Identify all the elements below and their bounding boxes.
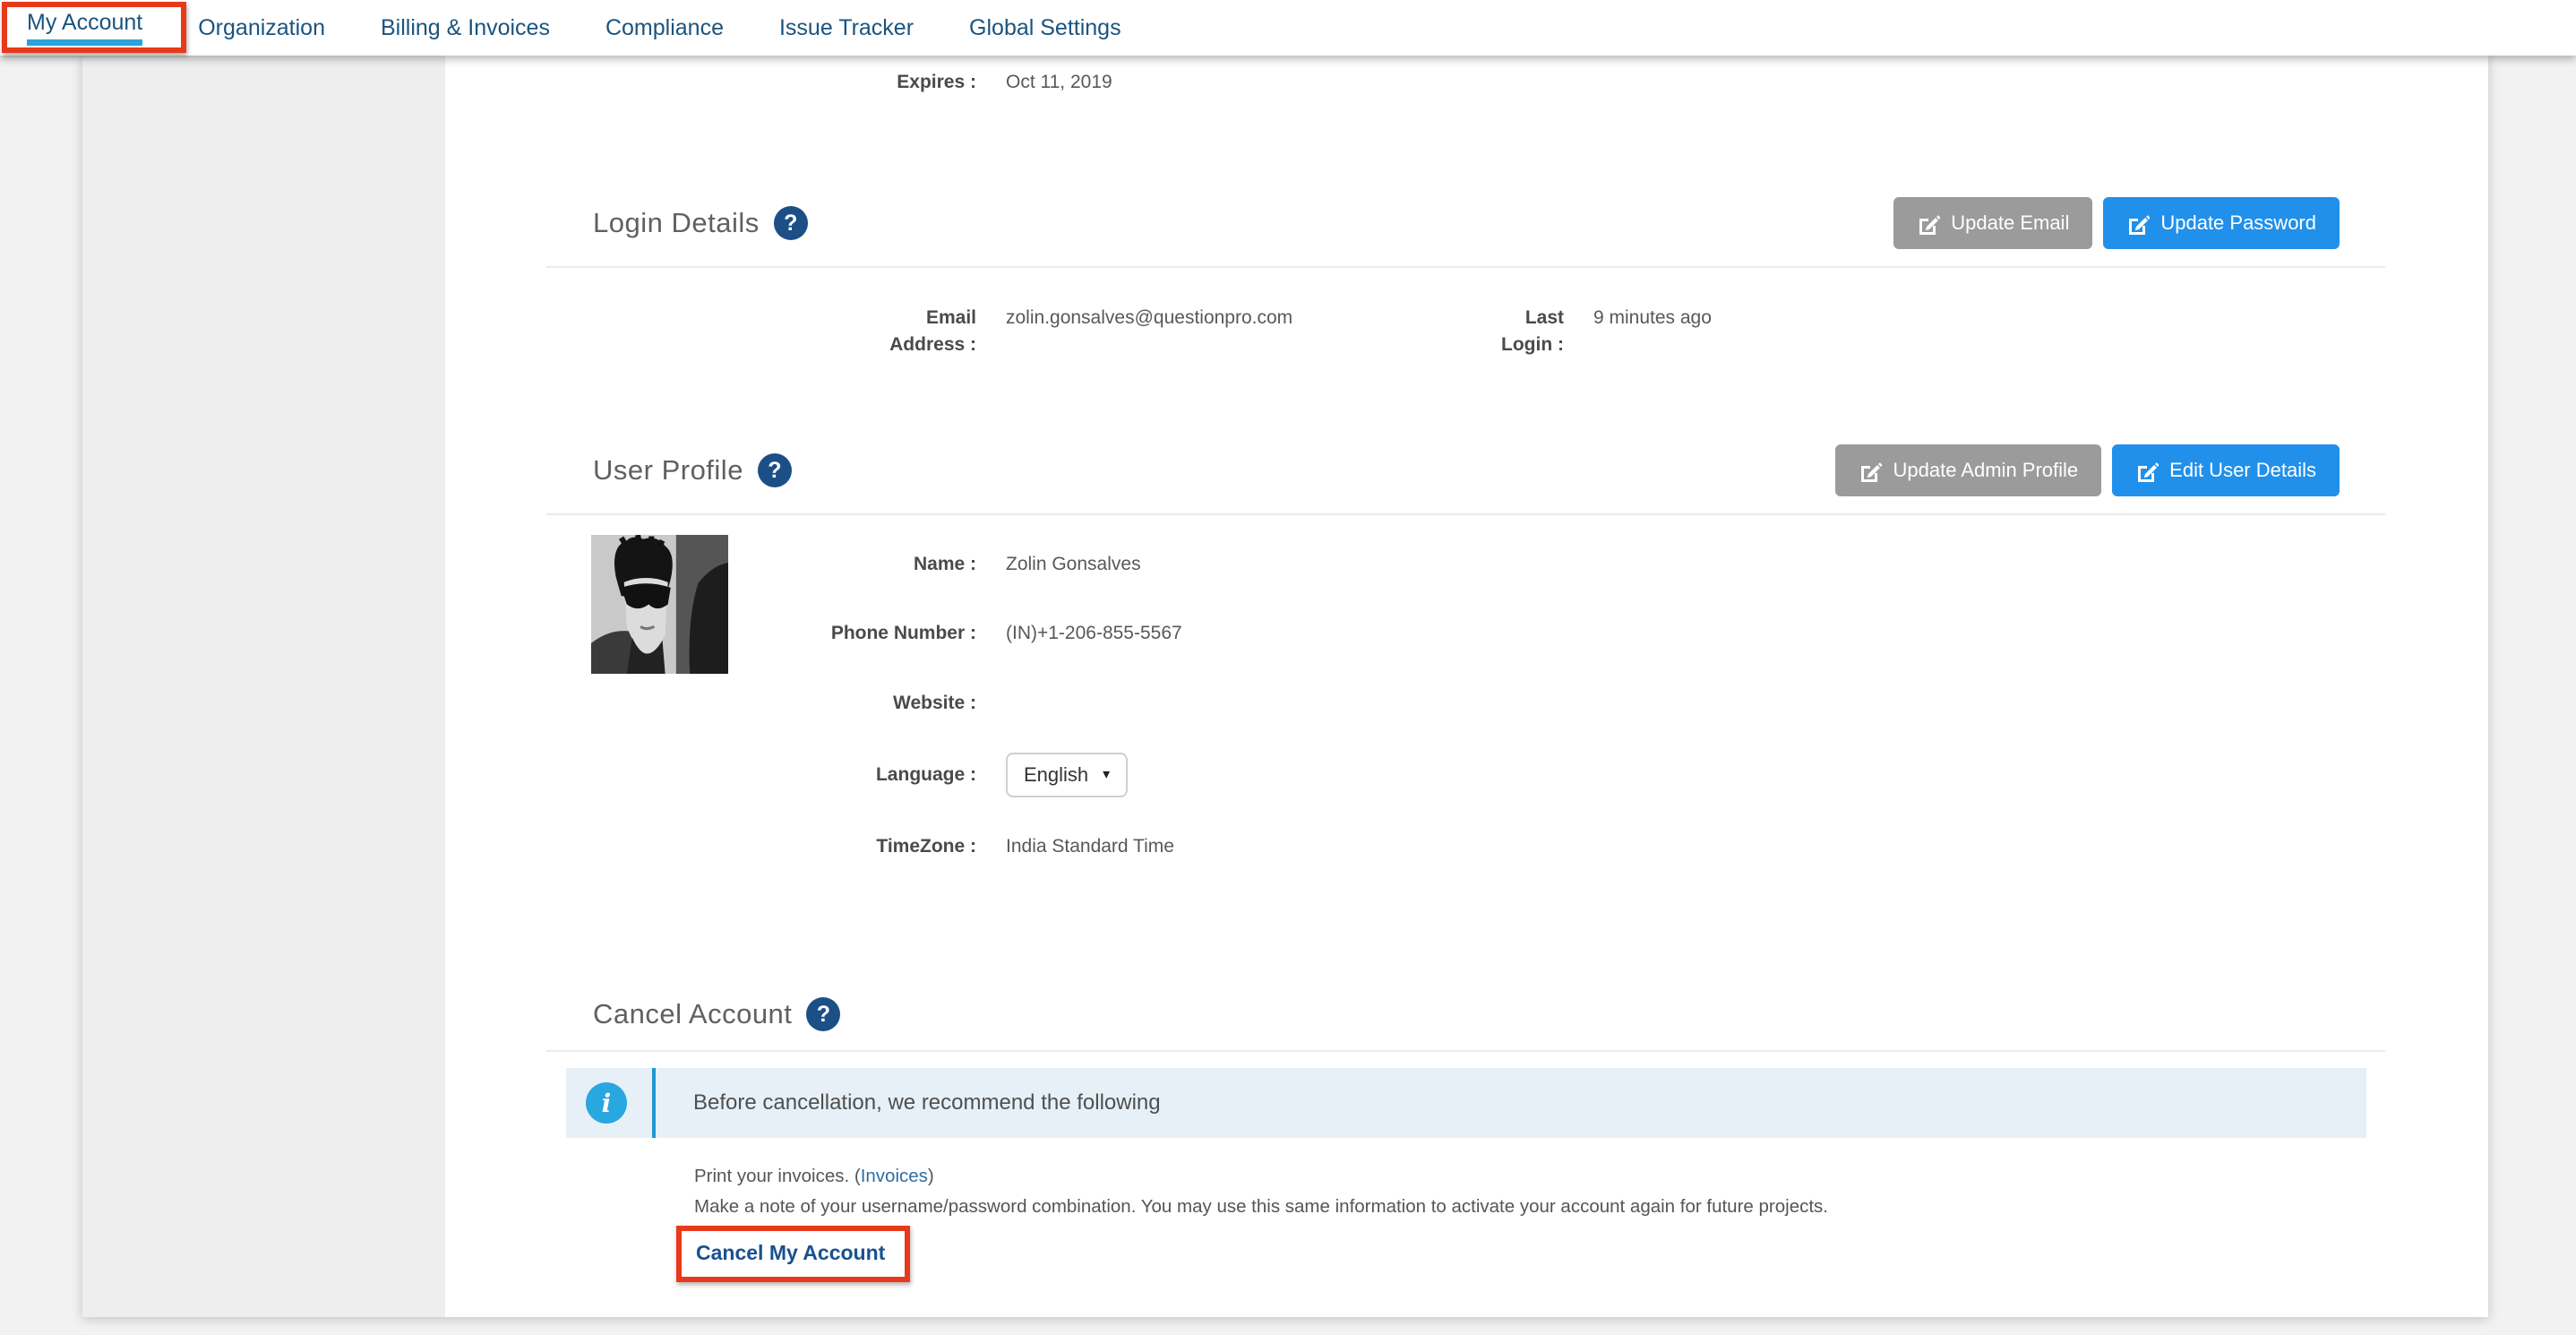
- settings-panel: Expires : Oct 11, 2019 Login Details ? U…: [82, 56, 2488, 1317]
- user-profile-title: User Profile: [593, 454, 743, 487]
- edit-pencil-square-icon: [2135, 459, 2159, 482]
- update-password-label: Update Password: [2160, 211, 2316, 235]
- user-profile-divider: [546, 513, 2385, 515]
- tab-compliance[interactable]: Compliance: [605, 0, 724, 56]
- cancel-account-title: Cancel Account: [593, 998, 792, 1030]
- settings-sidebar: [82, 56, 445, 1317]
- print-invoices-text: Print your invoices. (: [694, 1166, 861, 1186]
- email-address-label: Email Address :: [593, 305, 976, 358]
- language-label: Language :: [593, 762, 976, 788]
- expires-label: Expires :: [593, 69, 976, 96]
- tab-billing-invoices-label: Billing & Invoices: [381, 15, 550, 41]
- language-dropdown[interactable]: English ▾: [1006, 753, 1128, 797]
- print-invoices-text-suffix: ): [928, 1166, 934, 1186]
- phone-row: Phone Number : (IN)+1-206-855-5567: [593, 620, 2340, 647]
- chevron-down-icon: ▾: [1103, 762, 1110, 788]
- login-details-fields: Email Address : zolin.gonsalves@question…: [593, 305, 2340, 358]
- update-password-button[interactable]: Update Password: [2103, 197, 2340, 249]
- edit-pencil-square-icon: [1917, 211, 1940, 235]
- website-label: Website :: [593, 690, 976, 717]
- question-circle-icon[interactable]: ?: [806, 997, 840, 1031]
- tab-compliance-label: Compliance: [605, 15, 724, 41]
- name-value: Zolin Gonsalves: [1006, 551, 2340, 578]
- info-bar-heading: Before cancellation, we recommend the fo…: [693, 1090, 1161, 1115]
- edit-pencil-square-icon: [1859, 459, 1882, 482]
- tab-my-account[interactable]: My Account: [27, 0, 142, 56]
- my-account-content: Expires : Oct 11, 2019 Login Details ? U…: [445, 56, 2488, 1317]
- update-admin-profile-label: Update Admin Profile: [1893, 459, 2078, 482]
- license-expires-row: Expires : Oct 11, 2019: [593, 69, 2340, 96]
- language-dropdown-value: English: [1024, 762, 1088, 788]
- timezone-label: TimeZone :: [593, 833, 976, 860]
- username-password-note: Make a note of your username/password co…: [694, 1192, 1828, 1222]
- tab-organization-label: Organization: [198, 15, 325, 41]
- annotation-box-cancel-my-account: Cancel My Account: [676, 1226, 910, 1282]
- edit-user-details-label: Edit User Details: [2169, 459, 2316, 482]
- tab-issue-tracker[interactable]: Issue Tracker: [779, 0, 914, 56]
- tab-my-account-label: My Account: [27, 10, 142, 46]
- update-admin-profile-button[interactable]: Update Admin Profile: [1835, 444, 2101, 496]
- invoices-link[interactable]: Invoices: [861, 1166, 928, 1186]
- tab-global-settings-label: Global Settings: [969, 15, 1121, 41]
- website-row: Website :: [593, 690, 2340, 717]
- cancellation-recommendations: Print your invoices. (Invoices) Make a n…: [694, 1161, 1828, 1222]
- tab-global-settings[interactable]: Global Settings: [969, 0, 1121, 56]
- timezone-value: India Standard Time: [1006, 833, 2340, 860]
- login-details-title: Login Details: [593, 207, 760, 239]
- cancel-my-account-link[interactable]: Cancel My Account: [696, 1241, 885, 1264]
- info-circle-icon: i: [586, 1082, 627, 1124]
- language-row: Language : English ▾: [593, 753, 2340, 797]
- question-circle-icon[interactable]: ?: [774, 206, 808, 240]
- cancellation-info-bar: i Before cancellation, we recommend the …: [566, 1068, 2366, 1138]
- edit-user-details-button[interactable]: Edit User Details: [2112, 444, 2340, 496]
- expires-value: Oct 11, 2019: [1006, 69, 2340, 96]
- tab-issue-tracker-label: Issue Tracker: [779, 15, 914, 41]
- tab-organization[interactable]: Organization: [198, 0, 325, 56]
- last-login-value: 9 minutes ago: [1593, 305, 2340, 332]
- phone-number-label: Phone Number :: [593, 620, 976, 647]
- phone-number-value: (IN)+1-206-855-5567: [1006, 620, 2340, 647]
- last-login-label: Last Login :: [1421, 305, 1564, 358]
- top-navbar: My Account Organization Billing & Invoic…: [0, 0, 2576, 56]
- email-address-value: zolin.gonsalves@questionpro.com: [1006, 305, 1391, 332]
- name-label: Name :: [593, 551, 976, 578]
- update-email-button[interactable]: Update Email: [1893, 197, 2092, 249]
- print-invoices-line: Print your invoices. (Invoices): [694, 1161, 1828, 1192]
- cancel-account-header: Cancel Account ?: [593, 987, 2340, 1041]
- name-row: Name : Zolin Gonsalves: [593, 551, 2340, 578]
- update-email-label: Update Email: [1951, 211, 2069, 235]
- login-details-header: Login Details ? Update Email: [593, 196, 2340, 250]
- info-bar-divider: [652, 1068, 656, 1138]
- timezone-row: TimeZone : India Standard Time: [593, 833, 2340, 860]
- tab-billing-invoices[interactable]: Billing & Invoices: [381, 0, 550, 56]
- user-profile-header: User Profile ? Update Admin Profile: [593, 444, 2340, 497]
- cancel-account-divider: [546, 1050, 2385, 1052]
- login-details-divider: [546, 266, 2385, 268]
- edit-pencil-square-icon: [2126, 211, 2150, 235]
- question-circle-icon[interactable]: ?: [758, 453, 792, 487]
